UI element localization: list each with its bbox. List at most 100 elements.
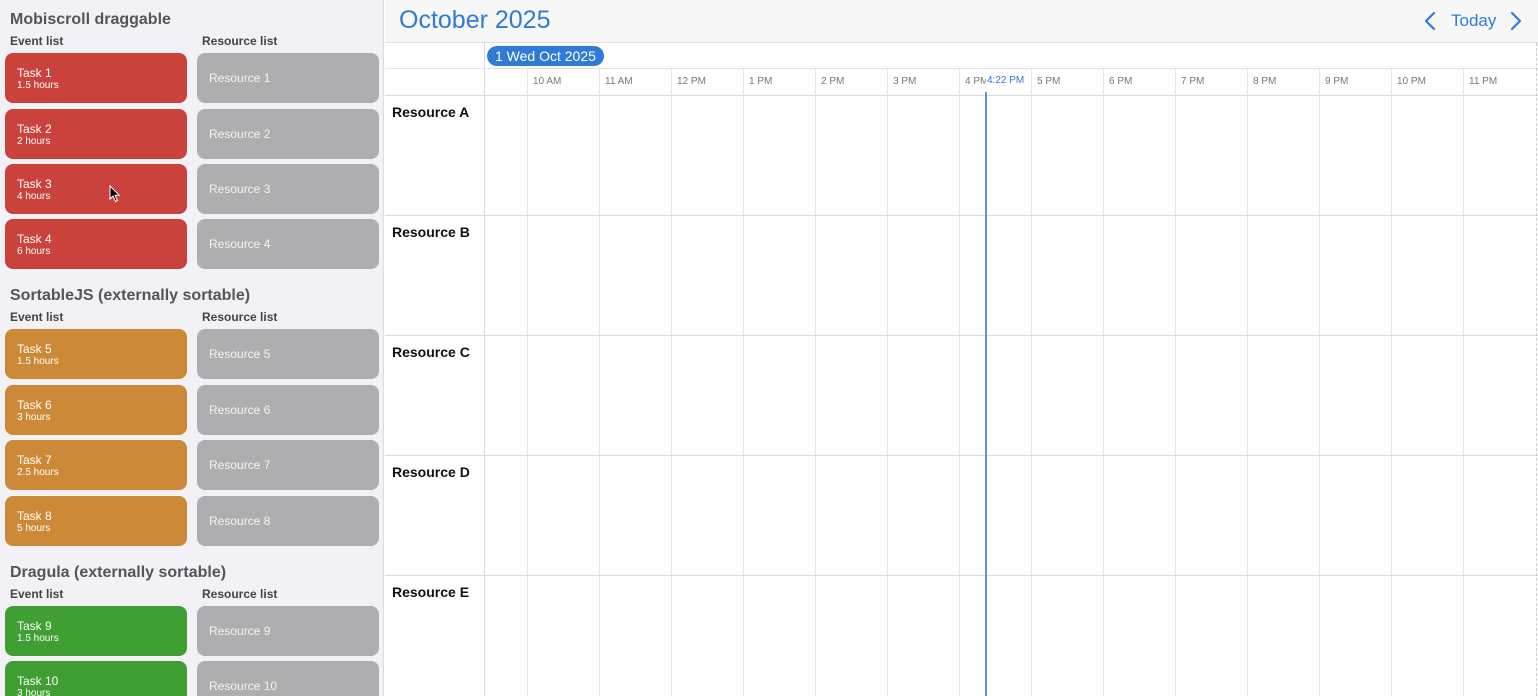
event-list-label: Event list xyxy=(10,587,64,601)
hour-label: 9 PM xyxy=(1325,76,1349,87)
row-divider xyxy=(385,215,1538,216)
hour-label: 3 PM xyxy=(893,76,917,87)
resource-card[interactable]: Resource 6 xyxy=(197,385,379,435)
hour-label: 10 PM xyxy=(1397,76,1426,87)
event-list-label: Event list xyxy=(10,34,64,48)
resource-card[interactable]: Resource 7 xyxy=(197,440,379,490)
month-title[interactable]: October 2025 xyxy=(399,6,551,35)
hour-label: 11 PM xyxy=(1469,76,1498,87)
task-duration: 5 hours xyxy=(17,523,51,534)
hours-header-row: 10 AM 11 AM 12 PM 1 PM 2 PM 3 PM 4 PM 5 … xyxy=(385,69,1538,96)
resource-card[interactable]: Resource 4 xyxy=(197,219,379,269)
hour-grid-line xyxy=(671,69,672,696)
task-card[interactable]: Task 5 1.5 hours xyxy=(5,329,187,379)
resource-card-label: Resource 1 xyxy=(209,71,271,85)
task-duration: 4 hours xyxy=(17,191,51,202)
chevron-left-icon[interactable] xyxy=(1421,10,1441,32)
row-divider xyxy=(385,575,1538,576)
current-time-label: 4:22 PM xyxy=(986,75,1026,86)
task-title: Task 10 xyxy=(17,674,59,688)
task-card[interactable]: Task 4 6 hours xyxy=(5,219,187,269)
task-card[interactable]: Task 3 4 hours xyxy=(5,164,187,214)
resource-card[interactable]: Resource 9 xyxy=(197,606,379,656)
task-duration: 1.5 hours xyxy=(17,633,59,644)
row-divider xyxy=(385,455,1538,456)
resource-card[interactable]: Resource 2 xyxy=(197,109,379,159)
resource-card-label: Resource 3 xyxy=(209,182,271,196)
resource-card-label: Resource 9 xyxy=(209,624,271,638)
mouse-cursor-icon xyxy=(109,185,121,203)
task-title: Task 8 xyxy=(17,509,52,523)
task-duration: 1.5 hours xyxy=(17,356,59,367)
hour-label: 10 AM xyxy=(533,76,562,87)
hour-label: 1 PM xyxy=(749,76,773,87)
resource-list-label: Resource list xyxy=(202,310,278,324)
task-card[interactable]: Task 2 2 hours xyxy=(5,109,187,159)
task-duration: 3 hours xyxy=(17,688,51,696)
timeline-resource-a: Resource A xyxy=(392,104,470,120)
resource-card-label: Resource 7 xyxy=(209,458,271,472)
task-duration: 2.5 hours xyxy=(17,467,59,478)
scroll-edge xyxy=(1536,43,1537,696)
hour-label: 5 PM xyxy=(1037,76,1061,87)
hour-grid-line xyxy=(1463,69,1464,696)
section-title-sortablejs: SortableJS (externally sortable) xyxy=(10,287,251,304)
task-title: Task 7 xyxy=(17,453,52,467)
task-duration: 3 hours xyxy=(17,412,51,423)
hour-label: 2 PM xyxy=(821,76,845,87)
timeline-calendar: October 2025 Today 1 Wed Oct 2025 10 AM … xyxy=(385,0,1538,696)
hour-grid-line xyxy=(599,69,600,696)
task-title: Task 4 xyxy=(17,232,52,246)
hour-grid-line xyxy=(1247,69,1248,696)
task-title: Task 1 xyxy=(17,66,52,80)
resource-card[interactable]: Resource 1 xyxy=(197,53,379,103)
hour-grid-line xyxy=(959,69,960,696)
timeline-resource-d: Resource D xyxy=(392,464,470,480)
resource-card-label: Resource 5 xyxy=(209,347,271,361)
event-list-label: Event list xyxy=(10,310,64,324)
task-title: Task 6 xyxy=(17,398,52,412)
task-card[interactable]: Task 8 5 hours xyxy=(5,496,187,546)
timeline-resource-c: Resource C xyxy=(392,344,470,360)
hour-grid-line xyxy=(1031,69,1032,696)
hour-label: 8 PM xyxy=(1253,76,1277,87)
hour-label: 4 PM xyxy=(965,76,989,87)
resource-card-label: Resource 2 xyxy=(209,127,271,141)
resource-card[interactable]: Resource 5 xyxy=(197,329,379,379)
today-button[interactable]: Today xyxy=(1451,11,1496,31)
task-card[interactable]: Task 1 1.5 hours xyxy=(5,53,187,103)
timeline-resource-b: Resource B xyxy=(392,224,470,240)
chevron-right-icon[interactable] xyxy=(1505,10,1525,32)
date-pill[interactable]: 1 Wed Oct 2025 xyxy=(487,46,604,66)
task-card[interactable]: Task 10 3 hours xyxy=(5,661,187,696)
task-card[interactable]: Task 6 3 hours xyxy=(5,385,187,435)
resource-card[interactable]: Resource 8 xyxy=(197,496,379,546)
hour-grid-line xyxy=(1103,69,1104,696)
resource-card-label: Resource 6 xyxy=(209,403,271,417)
task-duration: 1.5 hours xyxy=(17,80,59,91)
hour-grid-line xyxy=(815,69,816,696)
task-card[interactable]: Task 7 2.5 hours xyxy=(5,440,187,490)
section-title-dragula: Dragula (externally sortable) xyxy=(10,564,227,581)
resource-card[interactable]: Resource 3 xyxy=(197,164,379,214)
task-duration: 6 hours xyxy=(17,246,51,257)
calendar-header: October 2025 Today xyxy=(385,0,1538,43)
hour-grid-line xyxy=(743,69,744,696)
hour-grid-line xyxy=(887,69,888,696)
resource-list-label: Resource list xyxy=(202,587,278,601)
task-title: Task 2 xyxy=(17,122,52,136)
task-title: Task 3 xyxy=(17,177,52,191)
hour-label: 7 PM xyxy=(1181,76,1205,87)
timeline-resource-e: Resource E xyxy=(392,584,470,600)
date-header-row: 1 Wed Oct 2025 xyxy=(385,43,1538,69)
resource-card-label: Resource 4 xyxy=(209,237,271,251)
hour-grid-line xyxy=(1175,69,1176,696)
task-card[interactable]: Task 9 1.5 hours xyxy=(5,606,187,656)
current-time-line xyxy=(985,92,987,696)
resource-card-label: Resource 8 xyxy=(209,514,271,528)
resource-column-divider xyxy=(484,43,485,696)
external-drag-panel: Mobiscroll draggable Event list Resource… xyxy=(0,0,384,696)
resource-card[interactable]: Resource 10 xyxy=(197,661,379,696)
hour-label: 11 AM xyxy=(605,76,633,87)
hour-label: 6 PM xyxy=(1109,76,1133,87)
